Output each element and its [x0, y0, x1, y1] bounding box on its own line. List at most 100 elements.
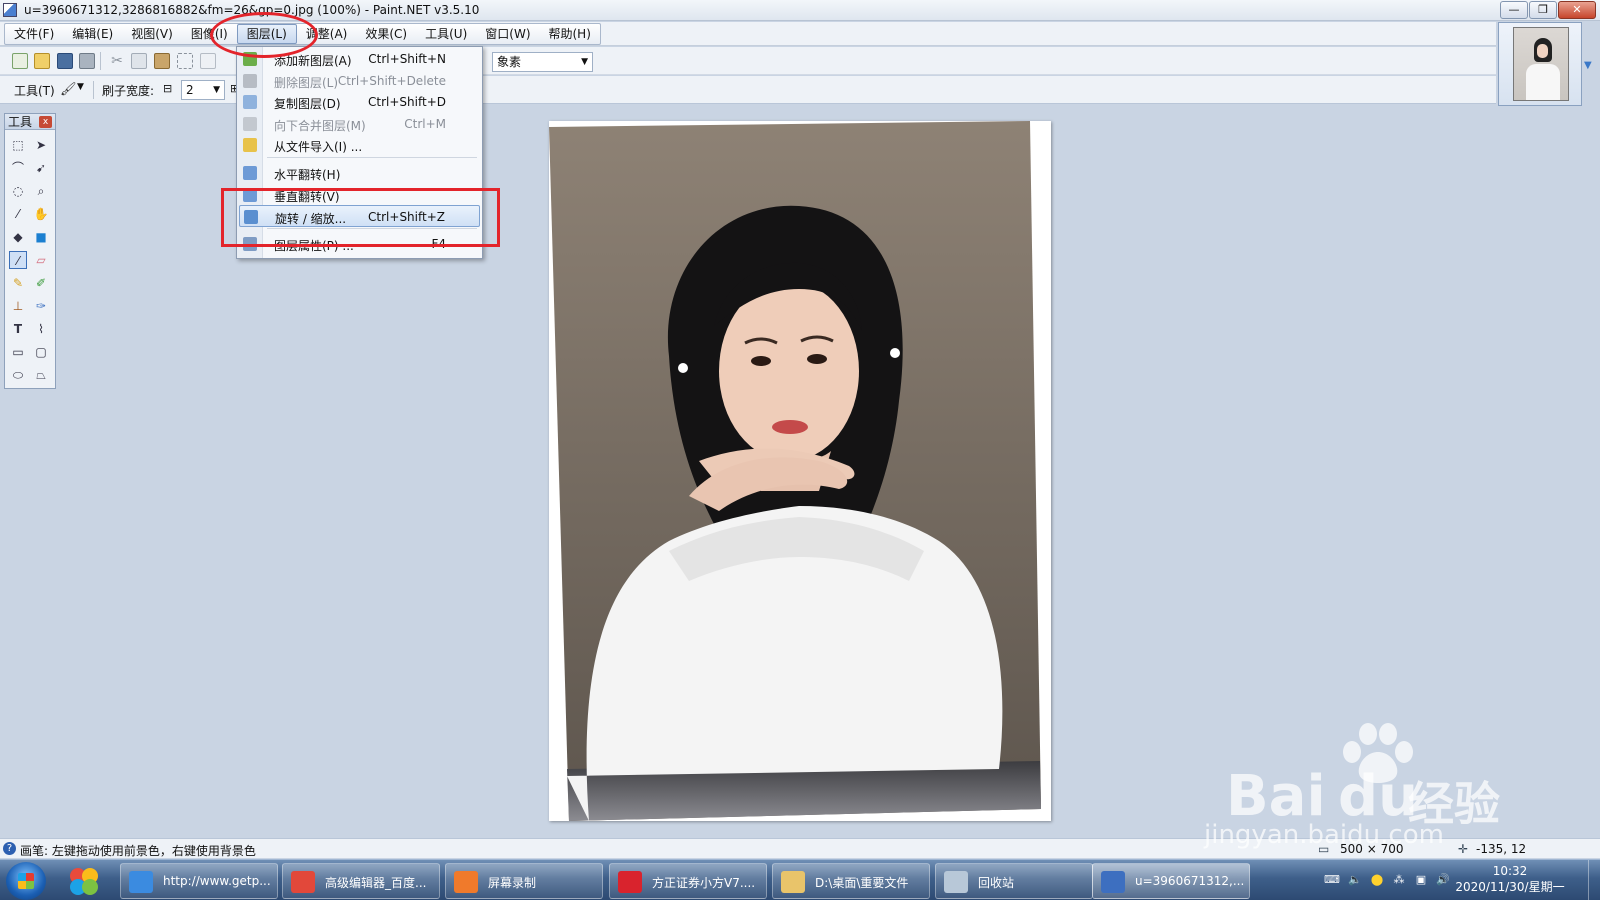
close-icon[interactable]: x — [39, 116, 52, 128]
chevron-down-icon: ▼ — [213, 85, 220, 95]
duplicate-layer-icon — [243, 95, 257, 109]
chrome-icon — [291, 871, 315, 893]
rectangle-select-icon[interactable]: ⬚ — [9, 136, 27, 154]
maximize-button[interactable]: ❐ — [1529, 1, 1557, 19]
cursor-position-icon: ✛ — [1458, 842, 1469, 856]
tools-palette-header: 工具 x — [5, 114, 55, 130]
layer-menu-item[interactable]: 从文件导入(I) ... — [239, 134, 480, 156]
delete-layer-icon — [243, 74, 257, 88]
flip-horizontal-icon — [243, 166, 257, 180]
layer-menu-item-shortcut: Ctrl+M — [404, 117, 446, 131]
color-picker-icon[interactable]: ✐ — [32, 274, 50, 292]
ellipse-select-icon[interactable]: ◌ — [9, 182, 27, 200]
taskbar-button[interactable]: u=3960671312,... — [1092, 863, 1250, 899]
menu-item[interactable]: 工具(U) — [416, 24, 476, 44]
chevron-down-icon[interactable]: ▼ — [77, 82, 84, 92]
ellipse-icon[interactable]: ⬭ — [9, 366, 27, 384]
layer-menu-item[interactable]: 复制图层(D) Ctrl+Shift+D — [239, 91, 480, 113]
start-button[interactable] — [6, 862, 46, 900]
decrease-width-icon[interactable]: ⊟ — [163, 82, 172, 95]
shield-icon[interactable]: ⬤ — [1370, 873, 1384, 887]
units-select[interactable]: 象素 ▼ — [492, 52, 593, 72]
taskbar-button[interactable]: D:\桌面\重要文件 — [772, 863, 930, 899]
units-select-value: 象素 — [497, 55, 522, 69]
baidu-jingyan-watermark: Bai du 经验 jingyan.baidu.com — [1204, 722, 1516, 850]
menu-item[interactable]: 视图(V) — [122, 24, 182, 44]
tools-palette: 工具 x ⬚ ➤ ⌒ ➹ ◌ ⌕ ⁄ ✋ ◆ ■ ⁄ ▱ ✎ ✐ ⊥ ✑ T ⌇… — [4, 113, 56, 389]
save-icon[interactable] — [57, 53, 73, 69]
paste-icon[interactable] — [154, 53, 170, 69]
rectangle-icon[interactable]: ▭ — [9, 343, 27, 361]
print-icon[interactable] — [79, 53, 95, 69]
taskbar-button-label: u=3960671312,... — [1135, 874, 1245, 888]
pencil-icon[interactable]: ✎ — [9, 274, 27, 292]
minimize-button[interactable]: — — [1500, 1, 1528, 19]
taskbar-button[interactable]: 屏幕录制 — [445, 863, 603, 899]
annotation-rectangle — [221, 188, 500, 247]
menu-item[interactable]: 窗口(W) — [476, 24, 539, 44]
paintbrush-icon[interactable]: 🖌 — [60, 82, 77, 98]
menu-item[interactable]: 效果(C) — [356, 24, 416, 44]
layer-menu-item-shortcut: Ctrl+Shift+Delete — [337, 74, 446, 88]
tool-select-label[interactable]: 工具(T) — [14, 82, 55, 99]
cut-icon[interactable]: ✂ — [109, 53, 125, 69]
chevron-down-icon: ▼ — [581, 57, 588, 67]
thumbnail-frame — [1513, 27, 1569, 101]
magic-wand-icon[interactable]: ⁄ — [9, 205, 27, 223]
pan-hand-icon[interactable]: ✋ — [32, 205, 50, 223]
crop-icon[interactable] — [177, 53, 193, 69]
clock[interactable]: 10:32 2020/11/30/星期一 — [1440, 863, 1580, 895]
paint-bucket-icon[interactable]: ◆ — [9, 228, 27, 246]
freeform-shape-icon[interactable]: ⏢ — [32, 366, 50, 384]
open-file-icon[interactable] — [34, 53, 50, 69]
merge-down-icon — [243, 117, 257, 131]
layer-menu-item-label: 复制图层(D) — [274, 97, 341, 111]
taskbar-button-label: 回收站 — [978, 876, 1015, 890]
move-selected-icon[interactable]: ➹ — [32, 159, 50, 177]
copy-icon[interactable] — [131, 53, 147, 69]
paintnet-icon — [1101, 871, 1125, 893]
status-message: 画笔: 左键拖动使用前景色，右键使用背景色 — [20, 844, 256, 858]
image-canvas[interactable] — [549, 121, 1051, 821]
text-icon[interactable]: T — [9, 320, 27, 338]
help-icon: ? — [3, 842, 16, 855]
network-icon[interactable]: ⁂ — [1392, 873, 1406, 887]
show-desktop-button[interactable] — [1588, 860, 1600, 900]
folder-icon — [781, 871, 805, 893]
taskbar-button[interactable]: 方正证券小方V7.... — [609, 863, 767, 899]
move-selection-icon[interactable]: ➤ — [32, 136, 50, 154]
pinned-app-icon[interactable] — [66, 864, 102, 898]
windows-logo-icon — [18, 873, 34, 889]
zoom-icon[interactable]: ⌕ — [32, 182, 50, 200]
clone-stamp-icon[interactable]: ⊥ — [9, 297, 27, 315]
taskbar-button[interactable]: 高级编辑器_百度... — [282, 863, 440, 899]
menu-item[interactable]: 文件(F) — [5, 24, 63, 44]
menu-item[interactable]: 编辑(E) — [63, 24, 122, 44]
founder-securities-icon — [618, 871, 642, 893]
brush-width-value: 2 — [186, 83, 194, 97]
speaker-icon[interactable]: 🔈 — [1348, 873, 1362, 887]
taskbar-button[interactable]: 回收站 — [935, 863, 1093, 899]
paintbrush-tool-icon[interactable]: ⁄ — [9, 251, 27, 269]
taskbar-button-label: 方正证券小方V7.... — [652, 876, 756, 890]
deselect-icon[interactable] — [200, 53, 216, 69]
paintnet-app-icon[interactable] — [3, 3, 17, 17]
chevron-down-icon[interactable]: ▼ — [1584, 60, 1596, 72]
cursor-position: -135, 12 — [1476, 842, 1527, 856]
close-button[interactable]: ✕ — [1558, 1, 1596, 19]
taskbar-button[interactable]: http://www.getp... — [120, 863, 278, 899]
thumbnail-face — [1537, 44, 1548, 58]
image-thumbnail[interactable] — [1498, 22, 1582, 106]
keyboard-icon[interactable]: ⌨ — [1324, 873, 1340, 887]
eraser-icon[interactable]: ▱ — [32, 251, 50, 269]
brush-width-input[interactable]: 2 ▼ — [181, 80, 225, 100]
monitor-icon[interactable]: ▣ — [1414, 873, 1428, 887]
lasso-select-icon[interactable]: ⌒ — [9, 159, 27, 177]
line-curve-icon[interactable]: ⌇ — [32, 320, 50, 338]
gradient-icon[interactable]: ■ — [32, 228, 50, 246]
new-file-icon[interactable] — [12, 53, 28, 69]
layer-menu-item[interactable]: 水平翻转(H) — [239, 162, 480, 184]
rounded-rectangle-icon[interactable]: ▢ — [32, 343, 50, 361]
menu-item[interactable]: 帮助(H) — [540, 24, 600, 44]
recolor-icon[interactable]: ✑ — [32, 297, 50, 315]
